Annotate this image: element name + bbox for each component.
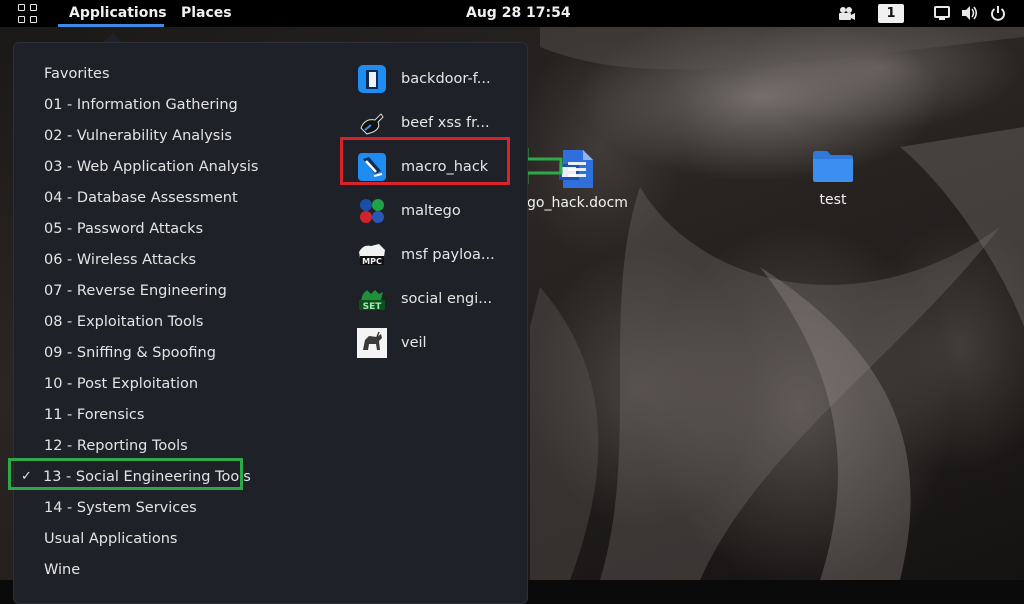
category-item[interactable]: 12 - Reporting Tools bbox=[44, 434, 188, 458]
category-item[interactable]: Usual Applications bbox=[44, 527, 177, 551]
maltego-icon bbox=[357, 196, 387, 226]
active-menu-indicator bbox=[58, 24, 164, 27]
app-label: msf payloa... bbox=[401, 247, 495, 263]
display-icon[interactable] bbox=[934, 6, 950, 21]
applications-menu-button[interactable]: Applications bbox=[69, 5, 167, 21]
app-msf-payload[interactable]: MPC msf payloa... bbox=[357, 237, 527, 273]
category-item[interactable]: 10 - Post Exploitation bbox=[44, 372, 198, 396]
app-label: backdoor-f... bbox=[401, 71, 491, 87]
msfpc-icon: MPC bbox=[357, 240, 387, 270]
volume-icon[interactable] bbox=[961, 5, 979, 21]
app-label: beef xss fr... bbox=[401, 115, 490, 131]
desktop-file-label: go_hack.docm bbox=[527, 195, 628, 211]
app-backdoor-factory[interactable]: backdoor-f... bbox=[357, 61, 527, 97]
menu-pointer bbox=[104, 33, 122, 42]
category-item[interactable]: Favorites bbox=[44, 62, 110, 86]
app-social-engineering[interactable]: SET social engi... bbox=[357, 281, 527, 317]
clock[interactable]: Aug 28 17:54 bbox=[466, 5, 571, 21]
app-beef-xss[interactable]: beef xss fr... bbox=[357, 105, 527, 141]
camera-icon[interactable] bbox=[838, 6, 856, 21]
category-item[interactable]: 07 - Reverse Engineering bbox=[44, 279, 227, 303]
set-icon: SET bbox=[357, 284, 387, 314]
workspace-indicator[interactable]: 1 bbox=[878, 4, 904, 23]
app-veil[interactable]: veil bbox=[357, 325, 527, 361]
category-item[interactable]: 01 - Information Gathering bbox=[44, 93, 238, 117]
folder-icon bbox=[813, 151, 853, 182]
places-menu-button[interactable]: Places bbox=[181, 5, 232, 21]
msfpc-icon-text: MPC bbox=[362, 257, 382, 266]
category-item[interactable]: 02 - Vulnerability Analysis bbox=[44, 124, 232, 148]
veil-icon bbox=[357, 328, 387, 358]
category-item[interactable]: 11 - Forensics bbox=[44, 403, 144, 427]
top-panel: Applications Places Aug 28 17:54 1 bbox=[0, 0, 1024, 27]
app-maltego[interactable]: maltego bbox=[357, 193, 527, 229]
set-icon-text: SET bbox=[363, 302, 383, 312]
document-icon bbox=[559, 150, 593, 188]
power-icon[interactable] bbox=[990, 5, 1006, 21]
desktop-folder-label: test bbox=[819, 192, 847, 208]
category-item[interactable]: 09 - Sniffing & Spoofing bbox=[44, 341, 216, 365]
red-highlight-box bbox=[340, 137, 510, 185]
app-label: veil bbox=[401, 335, 427, 351]
backdoor-factory-icon bbox=[357, 64, 387, 94]
category-item[interactable]: 06 - Wireless Attacks bbox=[44, 248, 196, 272]
category-item[interactable]: 03 - Web Application Analysis bbox=[44, 155, 259, 179]
app-label: maltego bbox=[401, 203, 461, 219]
category-item[interactable]: 08 - Exploitation Tools bbox=[44, 310, 203, 334]
category-item[interactable]: 14 - System Services bbox=[44, 496, 197, 520]
category-item[interactable]: 05 - Password Attacks bbox=[44, 217, 203, 241]
category-item[interactable]: 04 - Database Assessment bbox=[44, 186, 238, 210]
grid-icon[interactable] bbox=[18, 4, 40, 23]
green-highlight-box bbox=[8, 458, 243, 490]
app-label: social engi... bbox=[401, 291, 493, 307]
beef-xss-icon bbox=[357, 108, 387, 138]
desktop-folder-test[interactable]: test bbox=[798, 148, 868, 208]
category-item[interactable]: Wine bbox=[44, 558, 80, 582]
